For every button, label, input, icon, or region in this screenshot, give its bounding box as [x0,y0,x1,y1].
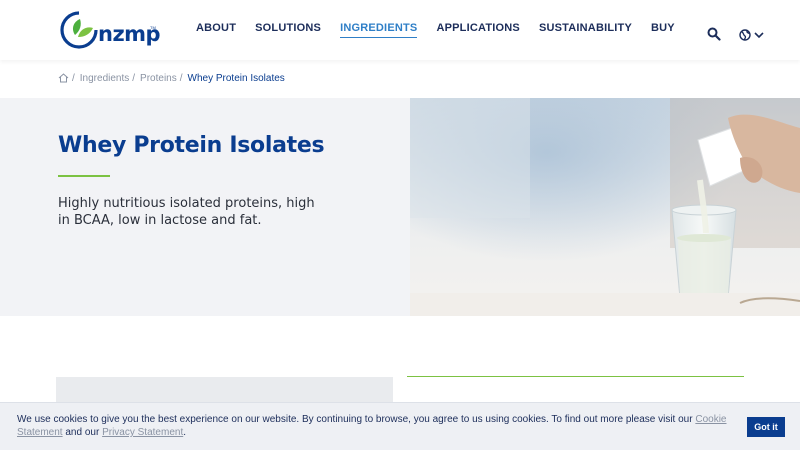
main-nav: ABOUT SOLUTIONS INGREDIENTS APPLICATIONS… [196,0,694,60]
breadcrumb-ingredients[interactable]: Ingredients [80,73,129,84]
nav-sustainability[interactable]: SUSTAINABILITY [539,22,632,39]
breadcrumb-proteins[interactable]: Proteins [140,73,177,84]
logo-trademark: TM [150,25,156,30]
breadcrumb-separator: / [132,72,136,84]
site-header: nzmp TM ABOUT SOLUTIONS INGREDIENTS APPL… [0,0,800,60]
chevron-down-icon [754,32,764,39]
nav-solutions[interactable]: SOLUTIONS [255,22,321,39]
breadcrumb-separator: / [72,72,75,84]
search-icon [707,27,721,41]
search-button[interactable] [707,27,723,43]
section-divider [407,376,744,377]
nzmp-logo[interactable]: nzmp TM [58,9,162,51]
cookie-text-end: . [183,427,187,438]
nav-buy[interactable]: BUY [651,22,675,39]
home-icon [58,73,69,83]
breadcrumb: / Ingredients / Proteins / Whey Protein … [58,71,285,85]
cookie-message: We use cookies to give you the best expe… [17,413,737,439]
language-selector[interactable] [739,27,765,43]
hero-description: Highly nutritious isolated proteins, hig… [58,196,315,228]
hero-image [410,98,800,316]
cookie-text-start: We use cookies to give you the best expe… [17,414,696,425]
got-it-button[interactable]: Got it [747,417,785,437]
cookie-text-middle: and our [62,427,103,438]
nav-ingredients[interactable]: INGREDIENTS [340,22,418,38]
nav-applications[interactable]: APPLICATIONS [436,22,519,39]
hero-photo [410,98,800,316]
breadcrumb-home[interactable] [58,73,69,83]
page-title: Whey Protein Isolates [58,133,325,158]
title-underline [58,175,110,177]
nav-about[interactable]: ABOUT [196,22,236,39]
privacy-statement-link[interactable]: Privacy Statement [102,427,183,438]
breadcrumb-current: Whey Protein Isolates [187,72,285,84]
breadcrumb-separator: / [179,72,183,84]
nzmp-logo-mark [60,11,98,49]
globe-icon [739,29,751,41]
cookie-banner: We use cookies to give you the best expe… [0,402,800,450]
